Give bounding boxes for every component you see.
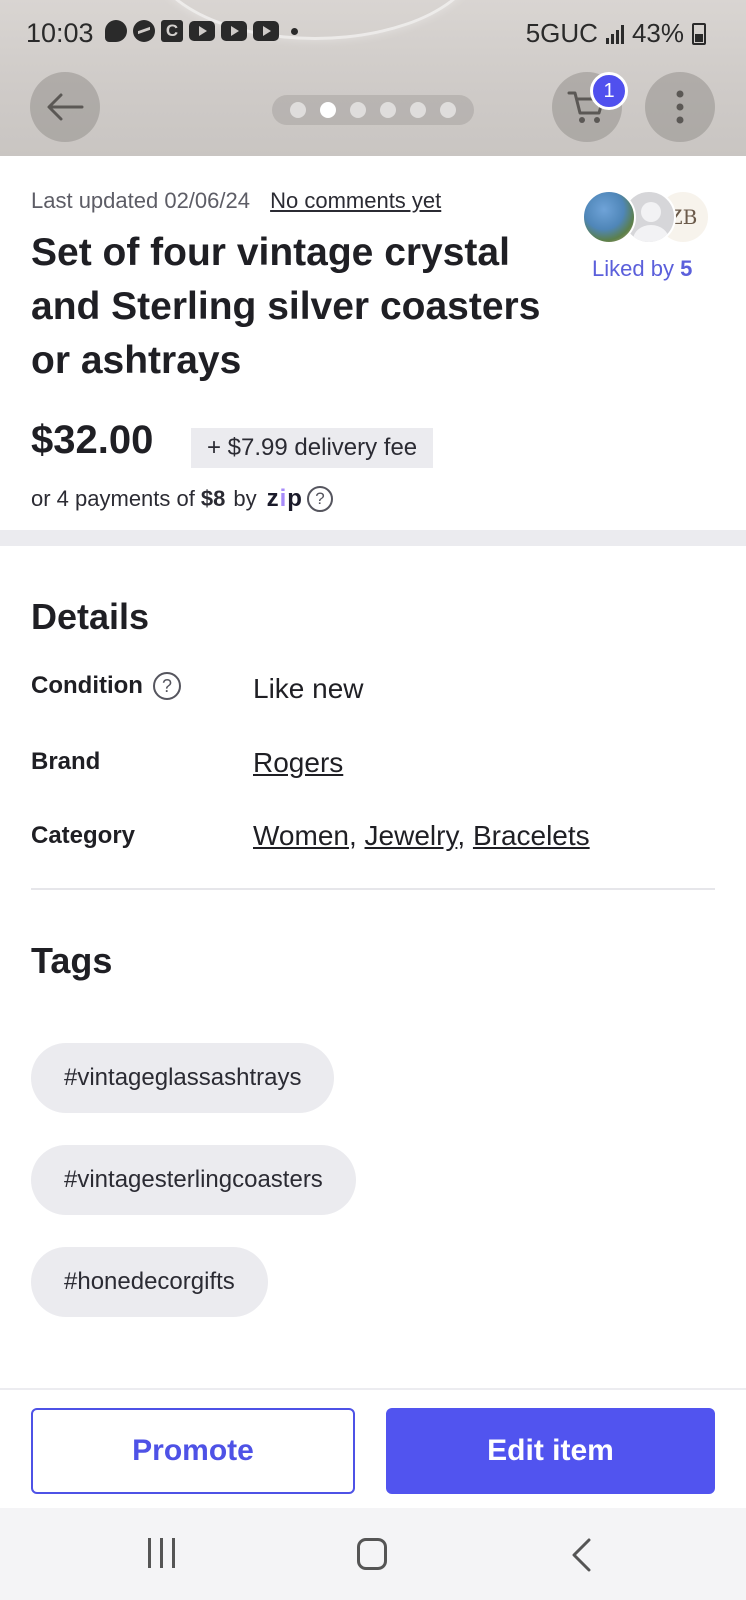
condition-value: Like new [253,673,364,704]
pager-dot[interactable] [350,102,366,118]
recents-icon[interactable] [148,1538,175,1568]
edit-item-button[interactable]: Edit item [386,1408,715,1494]
youtube-icon [221,21,247,41]
tag-chip[interactable]: #vintageglassashtrays [31,1043,335,1113]
category-link-bracelets[interactable]: Bracelets [473,820,590,851]
tags-heading: Tags [31,940,113,981]
more-options-button[interactable] [645,72,715,142]
messenger-icon [133,20,155,42]
payments-prefix: or 4 payments of [31,486,195,511]
section-separator [0,530,746,546]
delivery-fee-badge: + $7.99 delivery fee [191,428,434,468]
zip-help-icon[interactable]: ? [306,486,333,512]
back-button[interactable] [30,72,100,142]
battery-icon [692,22,706,45]
avatar [582,190,636,244]
network-label: 5GUC [525,18,598,48]
tag-chip[interactable]: #honedecorgifts [31,1247,268,1317]
item-title: Set of four vintage crystal and Sterling… [31,231,541,382]
payments-amount: $8 [200,486,226,511]
likers-avatars[interactable]: ZB [582,190,712,246]
brand-value-row: Rogers [253,747,343,779]
status-time: 10:03 [26,18,94,48]
chat-bubble-icon [105,20,127,42]
brand-label: Brand [31,748,101,775]
youtube-icon [253,21,279,41]
pager-dot-active[interactable] [320,102,336,118]
back-chevron-icon[interactable] [570,1538,592,1572]
arrow-left-icon [47,93,84,121]
category-link-jewelry[interactable]: Jewelry [365,820,458,851]
condition-label: Condition [31,672,143,699]
details-divider [31,888,715,890]
tag-chip[interactable]: #vintagesterlingcoasters [31,1145,356,1215]
liked-count: 5 [680,256,693,281]
more-vertical-icon [676,90,684,124]
notification-icons: C [105,20,298,42]
battery-percent: 43% [631,18,684,48]
liked-by-link[interactable]: Liked by 5 [592,256,692,282]
status-right: 5GUC 43% [526,18,706,49]
home-icon[interactable] [357,1538,387,1570]
condition-label-row: Condition ? [31,672,181,700]
brand-link[interactable]: Rogers [253,747,343,778]
details-heading: Details [31,596,150,637]
status-bar: 10:03 C 5GUC 43% [0,16,746,50]
pager-dot[interactable] [410,102,426,118]
system-nav-bar [0,1508,746,1600]
payments-by: by [233,486,257,511]
signal-icon [605,24,624,44]
pager-dot[interactable] [290,102,306,118]
pager-dot[interactable] [440,102,456,118]
condition-help-icon[interactable]: ? [152,672,181,700]
category-value-row: Women, Jewelry, Bracelets [253,820,590,852]
item-photo-hero[interactable]: 10:03 C 5GUC 43% [0,0,746,156]
installment-info: or 4 payments of $8 by zip ? [31,485,333,513]
photo-pager[interactable] [272,95,474,125]
c-app-icon: C [161,20,183,42]
comments-link[interactable]: No comments yet [270,188,441,213]
liked-by-label: Liked by [592,256,674,281]
action-bar: Promote Edit item [0,1388,746,1508]
category-separator: , [348,820,357,851]
youtube-icon [189,21,215,41]
more-notifications-dot-icon [291,27,298,35]
item-meta: Last updated 02/06/24 No comments yet [31,188,441,214]
zip-logo: zip [266,485,303,512]
category-link-women[interactable]: Women [253,820,349,851]
cart-count-badge: 1 [590,72,628,110]
category-separator: , [457,820,466,851]
category-label: Category [31,822,136,849]
promote-button[interactable]: Promote [31,1408,355,1494]
pager-dot[interactable] [380,102,396,118]
last-updated-text: Last updated 02/06/24 [31,188,250,213]
item-price: $32.00 [31,418,154,462]
